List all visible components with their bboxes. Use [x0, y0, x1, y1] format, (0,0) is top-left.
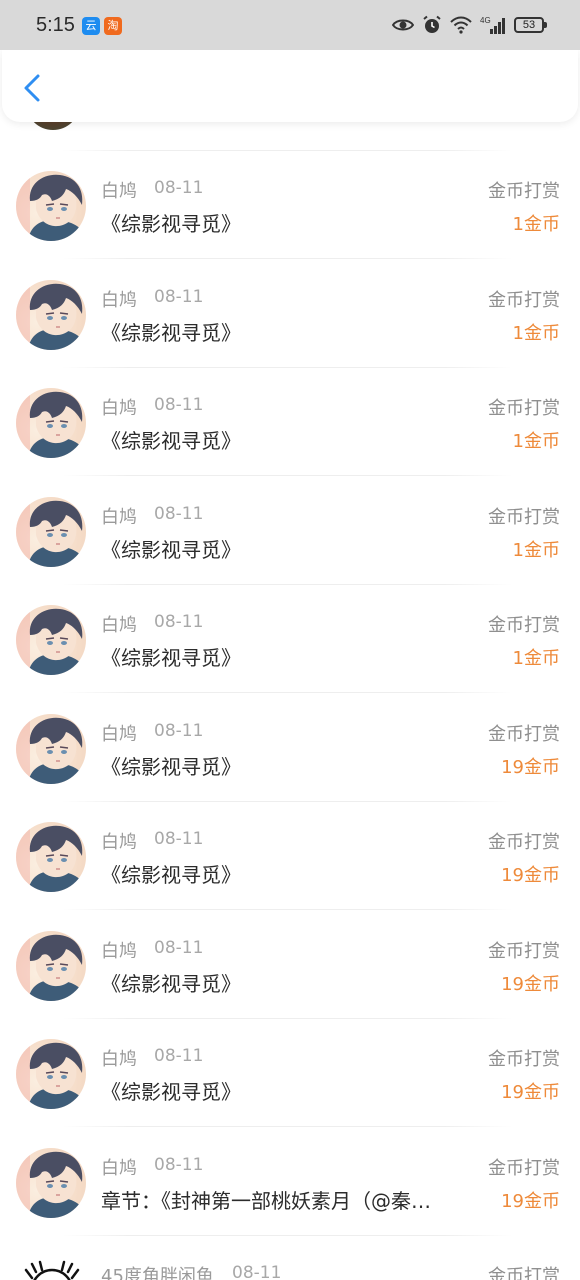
chevron-left-icon: [24, 74, 40, 102]
record-row[interactable]: 白鸠 08-11 《综影视寻觅》 金币打赏 19金币: [0, 911, 580, 1019]
header-bar: [2, 50, 578, 122]
taobao-app-icon: 淘: [104, 17, 122, 35]
record-title: 《综影视寻觅》: [101, 754, 241, 779]
record-title: 《综影视寻觅》: [101, 429, 241, 453]
user-name: 白鸠: [101, 506, 137, 528]
user-name: 白鸠: [101, 723, 137, 745]
record-title: 《综影视寻觅》: [101, 971, 241, 996]
record-date: 08-11: [154, 612, 204, 632]
user-name: 白鸠: [101, 940, 137, 962]
avatar[interactable]: [16, 496, 86, 567]
user-name: 白鸠: [101, 832, 137, 853]
avatar[interactable]: [16, 605, 86, 675]
reward-type: 金币打赏: [488, 398, 560, 419]
battery-icon: 53: [514, 17, 547, 33]
record-title: 《综影视寻觅》: [101, 1080, 241, 1104]
record-title: 《综影视寻觅》: [101, 212, 241, 236]
reward-amount: 19金币: [501, 865, 560, 886]
avatar[interactable]: [16, 713, 86, 784]
eye-icon: [392, 19, 414, 31]
user-name: 白鸠: [101, 615, 137, 636]
avatar[interactable]: [16, 1039, 86, 1109]
user-name: 白鸠: [101, 1049, 137, 1070]
record-row[interactable]: 白鸠 08-11 《综影视寻觅》 金币打赏 19金币: [0, 1019, 580, 1127]
reward-amount: 1金币: [512, 322, 560, 344]
user-name: 白鸠: [101, 398, 137, 419]
reward-type: 金币打赏: [488, 940, 560, 962]
reward-amount: 1金币: [512, 539, 560, 561]
status-time: 5:15: [36, 14, 75, 36]
user-name: 白鸠: [101, 181, 137, 202]
reward-amount: 1金币: [512, 214, 560, 235]
avatar[interactable]: [16, 388, 86, 458]
alarm-icon: [423, 15, 441, 33]
screen: 白鸠 08-11 《综影视寻觅》 金币打赏 1金币 白鸠 08-11 《综影视寻觅》 金币打赏…: [0, 0, 580, 1280]
reward-type: 金币打赏: [488, 1266, 560, 1280]
cloud-app-icon: 云: [82, 17, 100, 35]
status-bar: 5:15 云 淘 4G 53: [0, 0, 580, 50]
record-date: 08-11: [154, 720, 204, 741]
record-row[interactable]: 白鸠 08-11 章节：《封神第一部桃妖素月（@秦… 金币打赏 19金币: [0, 1128, 580, 1236]
reward-type: 金币打赏: [488, 181, 560, 202]
reward-type: 金币打赏: [488, 1049, 560, 1070]
back-button[interactable]: [16, 70, 52, 106]
avatar[interactable]: [16, 930, 86, 1001]
record-title: 《综影视寻觅》: [101, 863, 241, 887]
record-date: 08-11: [154, 503, 204, 524]
reward-amount: 19金币: [501, 1190, 560, 1212]
reward-amount: 1金币: [512, 431, 560, 452]
record-date: 08-11: [154, 937, 204, 958]
record-title: 《综影视寻觅》: [101, 646, 241, 670]
reward-type: 金币打赏: [488, 832, 560, 853]
record-date: 08-11: [154, 829, 204, 849]
reward-type: 金币打赏: [488, 289, 560, 311]
record-row[interactable]: 白鸠 08-11 《综影视寻觅》 金币打赏 19金币: [0, 802, 580, 910]
signal-4g-icon: 4G: [480, 16, 505, 34]
record-date: 08-11: [154, 1154, 204, 1175]
reward-amount: 1金币: [512, 648, 560, 669]
record-title: 章节：《封神第一部桃妖素月（@秦…: [101, 1188, 431, 1213]
record-date: 08-11: [154, 395, 204, 415]
avatar[interactable]: [22, 1256, 82, 1280]
record-title: 《综影视寻觅》: [101, 537, 241, 562]
reward-amount: 19金币: [501, 1082, 560, 1103]
reward-type: 金币打赏: [488, 723, 560, 745]
wifi-icon: [450, 16, 472, 34]
record-row[interactable]: 白鸠 08-11 《综影视寻觅》 金币打赏 1金币: [0, 585, 580, 693]
avatar[interactable]: [16, 171, 86, 241]
record-row[interactable]: 白鸠 08-11 《综影视寻觅》 金币打赏 19金币: [0, 694, 580, 802]
record-row[interactable]: 白鸠 08-11 《综影视寻觅》 金币打赏 1金币: [0, 260, 580, 368]
record-row[interactable]: 45度角胖闲鱼 08-11 金币打赏: [0, 1236, 580, 1280]
user-name: 白鸠: [101, 1157, 137, 1179]
avatar[interactable]: [16, 279, 86, 350]
record-date: 08-11: [154, 178, 204, 198]
reward-type: 金币打赏: [488, 506, 560, 528]
reward-type: 金币打赏: [488, 1157, 560, 1179]
status-icons: 4G 53: [392, 15, 547, 35]
reward-amount: 19金币: [501, 973, 560, 995]
user-name: 45度角胖闲鱼: [101, 1266, 214, 1280]
record-row[interactable]: 白鸠 08-11 《综影视寻觅》 金币打赏 1金币: [0, 368, 580, 476]
record-row[interactable]: 白鸠 08-11 《综影视寻觅》 金币打赏 1金币: [0, 151, 580, 259]
network-label: 4G: [480, 16, 491, 25]
record-row[interactable]: 白鸠 08-11 《综影视寻觅》 金币打赏 1金币: [0, 477, 580, 585]
reward-record-list[interactable]: 白鸠 08-11 《综影视寻觅》 金币打赏 1金币 白鸠 08-11 《综影视寻觅》 金币打赏…: [0, 0, 580, 1280]
record-date: 08-11: [154, 286, 204, 307]
record-title: 《综影视寻觅》: [101, 320, 241, 345]
reward-type: 金币打赏: [488, 615, 560, 636]
record-date: 08-11: [154, 1046, 204, 1066]
reward-amount: 19金币: [501, 756, 560, 778]
user-name: 白鸠: [101, 289, 137, 311]
avatar[interactable]: [16, 822, 86, 892]
avatar[interactable]: [16, 1147, 86, 1218]
record-date: 08-11: [232, 1263, 282, 1280]
